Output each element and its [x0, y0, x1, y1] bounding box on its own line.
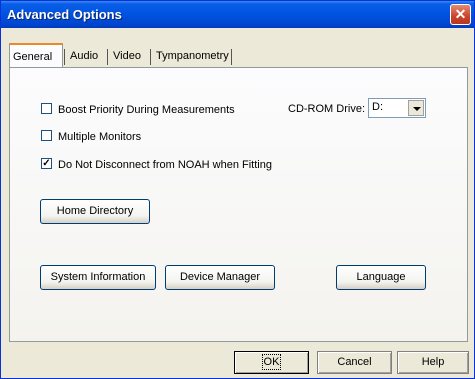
language-label: Language [356, 271, 406, 283]
multiple-monitors-checkbox[interactable] [41, 130, 52, 141]
device-manager-label: Device Manager [179, 271, 261, 283]
cdrom-drive-value: D: [372, 101, 383, 113]
close-button[interactable]: ✕ [450, 4, 471, 25]
tab-video[interactable]: Video [110, 46, 144, 66]
tab-divider [150, 49, 151, 65]
tab-divider [231, 49, 232, 65]
tab-general[interactable]: General [9, 43, 63, 67]
boost-priority-checkbox[interactable] [41, 103, 52, 114]
tab-label: Video [113, 50, 141, 62]
tab-tympanometry[interactable]: Tympanometry [153, 46, 232, 66]
advanced-options-dialog: Advanced Options ✕ General Audio Video T… [0, 0, 475, 379]
cdrom-drive-select[interactable]: D: [368, 98, 426, 118]
multiple-monitors-label: Multiple Monitors [58, 131, 142, 143]
dialog-button-bar: OK Cancel Help [1, 348, 474, 378]
tab-audio[interactable]: Audio [67, 46, 101, 66]
system-information-button[interactable]: System Information [40, 265, 156, 290]
tab-divider [107, 49, 108, 65]
system-information-label: System Information [50, 271, 146, 283]
ok-label: OK [261, 354, 282, 370]
ok-button[interactable]: OK [234, 351, 309, 374]
tab-divider [64, 49, 65, 65]
language-button[interactable]: Language [336, 265, 426, 290]
boost-priority-label: Boost Priority During Measurements [58, 104, 235, 116]
home-directory-label: Home Directory [56, 205, 134, 217]
cancel-label: Cancel [337, 356, 372, 368]
tab-label: General [13, 51, 53, 63]
help-label: Help [421, 356, 445, 368]
tab-label: Tympanometry [156, 50, 229, 62]
chevron-down-icon[interactable] [408, 100, 424, 116]
device-manager-button[interactable]: Device Manager [165, 265, 275, 290]
check-icon: ✓ [42, 158, 51, 169]
close-icon: ✕ [454, 6, 467, 22]
cancel-button[interactable]: Cancel [317, 351, 392, 374]
title-bar[interactable]: Advanced Options ✕ [1, 1, 474, 28]
noah-disconnect-checkbox[interactable]: ✓ [41, 158, 52, 169]
noah-disconnect-label: Do Not Disconnect from NOAH when Fitting [58, 159, 272, 171]
help-button[interactable]: Help [397, 351, 469, 374]
general-tab-panel: Boost Priority During Measurements Multi… [9, 67, 468, 342]
home-directory-button[interactable]: Home Directory [40, 199, 150, 224]
tab-label: Audio [70, 50, 99, 62]
cdrom-drive-label: CD-ROM Drive: [288, 103, 365, 115]
window-title: Advanced Options [7, 7, 122, 22]
